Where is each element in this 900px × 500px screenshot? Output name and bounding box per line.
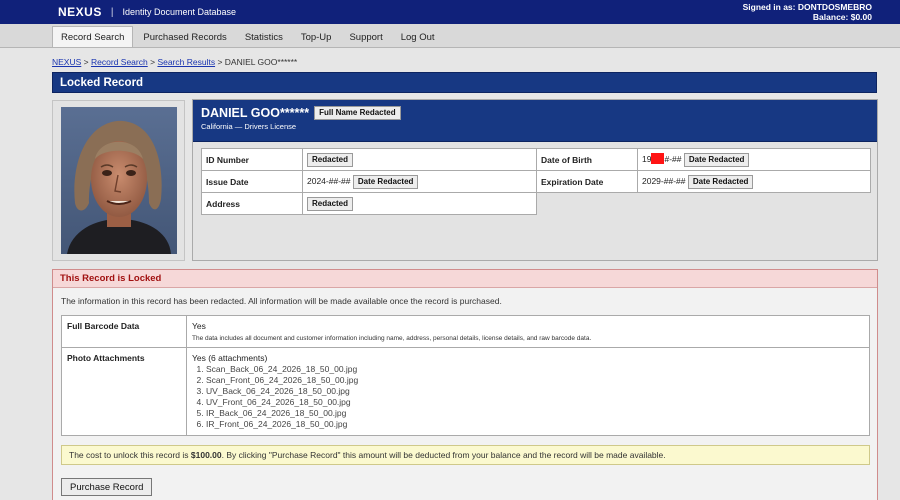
breadcrumb-separator: > [217,57,223,67]
brand-logo[interactable]: NEXUS [58,5,102,19]
date-redacted-badge: Date Redacted [687,174,754,189]
date-redacted-badge: Date Redacted [683,152,750,167]
locked-message: The information in this record has been … [61,296,502,306]
attachment-item: IR_Back_06_24_2026_18_50_00.jpg [206,408,864,419]
nav-purchased-records[interactable]: Purchased Records [135,27,234,47]
redacted-badge: Redacted [307,196,354,211]
attachment-item: UV_Front_06_24_2026_18_50_00.jpg [206,397,864,408]
nav-log-out[interactable]: Log Out [393,27,443,47]
barcode-note: The data includes all document and custo… [192,335,592,342]
address-value: Redacted [302,192,537,215]
id-number-label: ID Number [201,148,303,171]
record-header: DANIEL GOO****** Full Name Redacted Cali… [193,100,877,142]
expiration-date-value: 2029-##-## Date Redacted [637,170,871,193]
breadcrumb-current: DANIEL GOO****** [224,57,298,67]
attachment-item: Scan_Back_06_24_2026_18_50_00.jpg [206,364,864,375]
top-bar: NEXUS | Identity Document Database Signe… [0,0,900,24]
photos-value-cell: Yes (6 attachments) Scan_Back_06_24_2026… [186,347,870,436]
breadcrumb-record-search[interactable]: Record Search [91,57,148,67]
breadcrumb: NEXUS > Record Search > Search Results >… [52,57,297,67]
field-row-issue-date: Issue Date 2024-##-## Date Redacted [201,170,537,193]
barcode-row: Full Barcode Data Yes The data includes … [61,315,870,348]
barcode-value: Yes [192,321,206,331]
breadcrumb-nexus[interactable]: NEXUS [52,57,81,67]
right-fields-table: Date of Birth 19 #-## Date Redacted Expir… [536,148,871,193]
locked-record-panel: This Record is Locked The information in… [52,269,878,500]
main-nav: Record Search Purchased Records Statisti… [0,24,900,48]
brand-separator: | [110,6,114,18]
brand-subtitle: Identity Document Database [122,7,237,17]
record-contents-table: Full Barcode Data Yes The data includes … [61,315,870,436]
brand: NEXUS | Identity Document Database [58,5,236,19]
date-redacted-badge: Date Redacted [352,174,419,189]
field-row-id-number: ID Number Redacted [201,148,537,171]
record-name-row: DANIEL GOO****** Full Name Redacted [201,106,869,120]
issue-date-value: 2024-##-## Date Redacted [302,170,537,193]
unlock-cost: $100.00 [190,450,222,460]
photos-label: Photo Attachments [61,347,187,436]
attachment-item: UV_Back_06_24_2026_18_50_00.jpg [206,386,864,397]
redaction-mark [651,152,665,164]
record-summary-panel: DANIEL GOO****** Full Name Redacted Cali… [192,99,878,261]
breadcrumb-search-results[interactable]: Search Results [157,57,215,67]
dob-label: Date of Birth [536,148,638,171]
nav-record-search[interactable]: Record Search [52,26,134,47]
locked-title: This Record is Locked [53,270,877,288]
account-info: Signed in as: DONTDOSMEBRO Balance: $0.0… [743,2,872,22]
field-row-address: Address Redacted [201,192,537,215]
left-fields-table: ID Number Redacted Issue Date 2024-##-##… [201,148,537,215]
expiration-date-label: Expiration Date [536,170,638,193]
field-row-expiration-date: Expiration Date 2029-##-## Date Redacted [536,170,871,193]
portrait-image [61,107,177,254]
breadcrumb-separator: > [83,57,89,67]
nav-top-up[interactable]: Top-Up [293,27,340,47]
account-balance: Balance: $0.00 [812,12,872,22]
id-number-value: Redacted [302,148,537,171]
record-name: DANIEL GOO****** [201,106,310,120]
photo-frame [52,100,185,261]
attachment-list: Scan_Back_06_24_2026_18_50_00.jpg Scan_F… [192,364,864,430]
photos-row: Photo Attachments Yes (6 attachments) Sc… [61,347,870,436]
record-document-type: California — Drivers License [201,122,297,131]
issue-date-label: Issue Date [201,170,303,193]
redacted-badge: Redacted [307,152,354,167]
barcode-value-cell: Yes The data includes all document and c… [186,315,870,348]
attachment-item: Scan_Front_06_24_2026_18_50_00.jpg [206,375,864,386]
field-row-dob: Date of Birth 19 #-## Date Redacted [536,148,871,171]
purchase-record-button[interactable]: Purchase Record [61,478,153,496]
signed-in-user: Signed in as: DONTDOSMEBRO [742,2,872,12]
nav-statistics[interactable]: Statistics [237,27,291,47]
page-title: Locked Record [52,72,877,93]
attachment-item: IR_Front_06_24_2026_18_50_00.jpg [206,419,864,430]
nav-support[interactable]: Support [341,27,390,47]
license-photo [61,107,177,254]
address-label: Address [201,192,303,215]
photos-value: Yes (6 attachments) [192,353,268,363]
barcode-label: Full Barcode Data [61,315,187,348]
cost-notice: The cost to unlock this record is $100.0… [61,445,870,465]
full-name-redacted-badge: Full Name Redacted [314,106,401,120]
dob-value: 19 #-## Date Redacted [637,148,871,171]
